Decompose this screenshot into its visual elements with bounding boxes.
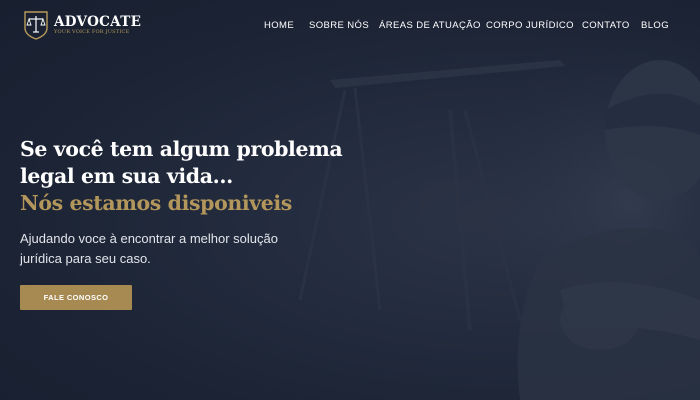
brand-logo[interactable]: ADVOCATE YOUR VOICE FOR JUSTICE — [22, 9, 141, 41]
hero-subtitle: Ajudando voce à encontrar a melhor soluç… — [20, 229, 340, 269]
scales-of-justice-icon — [24, 11, 48, 40]
nav-home[interactable]: HOME — [264, 19, 294, 33]
nav-blog[interactable]: BLOG — [641, 19, 669, 33]
nav-contato[interactable]: CONTATO — [582, 19, 630, 33]
nav-areas-de-atuacao[interactable]: ÁREAS DE ATUAÇÃO — [379, 19, 481, 33]
fale-conosco-button[interactable]: FALE CONOSCO — [20, 285, 132, 310]
brand-text: ADVOCATE YOUR VOICE FOR JUSTICE — [54, 15, 141, 36]
hero-headline: Se você tem algum problema legal em sua … — [20, 136, 360, 217]
headline-line-1: Se você tem algum problema — [20, 137, 343, 161]
subtitle-line-1: Ajudando voce à encontrar a melhor soluç… — [20, 231, 278, 246]
site-header: ADVOCATE YOUR VOICE FOR JUSTICE HOME SOB… — [0, 0, 700, 52]
brand-name: ADVOCATE — [54, 13, 142, 30]
hero-section: ADVOCATE YOUR VOICE FOR JUSTICE HOME SOB… — [0, 0, 700, 400]
brand-tagline: YOUR VOICE FOR JUSTICE — [54, 28, 130, 35]
nav-corpo-juridico[interactable]: CORPO JURÍDICO — [486, 19, 574, 33]
subtitle-line-2: jurídica para seu caso. — [20, 251, 151, 266]
headline-highlight: Nós estamos disponiveis — [20, 191, 292, 215]
nav-sobre-nos[interactable]: SOBRE NÓS — [309, 19, 369, 33]
headline-line-2: legal em sua vida... — [20, 164, 233, 188]
